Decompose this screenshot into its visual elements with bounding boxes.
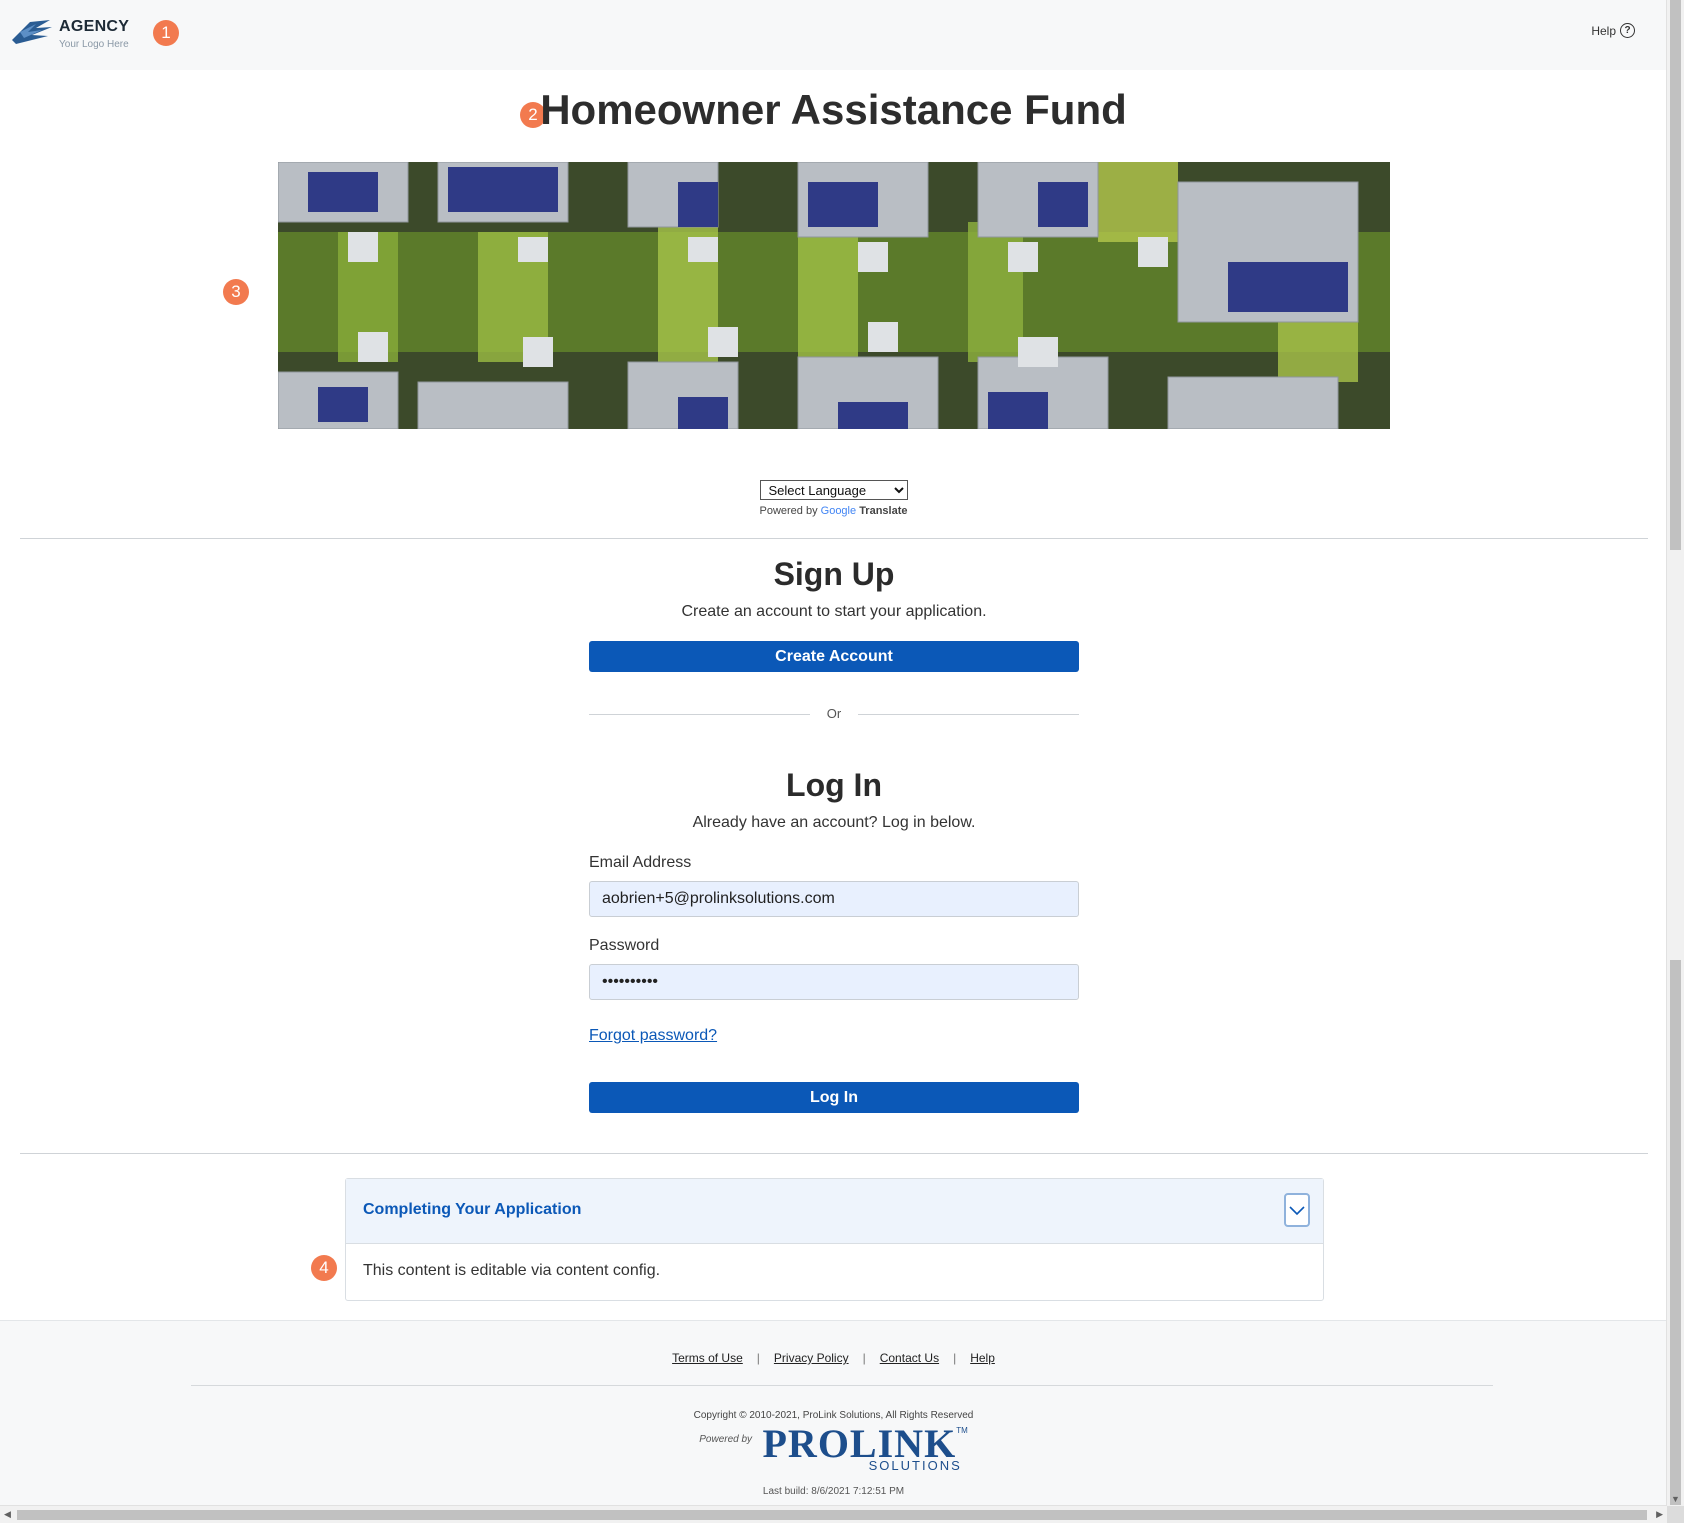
logo-name: AGENCY (59, 18, 130, 35)
language-select[interactable]: Select Language (759, 480, 908, 500)
accordion-toggle-button[interactable] (1284, 1193, 1310, 1227)
forgot-password-link[interactable]: Forgot password? (589, 1027, 717, 1045)
help-link[interactable]: Help ? (1591, 23, 1635, 38)
or-separator: Or (589, 706, 1079, 722)
last-build-text: Last build: 8/6/2021 7:12:51 PM (762, 1486, 905, 1497)
footer-help-link[interactable]: Help (970, 1351, 995, 1365)
completing-application-accordion: Completing Your Application This content… (345, 1178, 1324, 1301)
email-field[interactable] (589, 881, 1079, 917)
footer-divider (191, 1385, 1493, 1386)
google-logo-text: Google (820, 505, 857, 517)
powered-by-prolink: Powered by PROLINKTM SOLUTIONS (0, 1424, 1667, 1474)
signup-section: Sign Up (589, 556, 1079, 593)
footer-separator: | (953, 1351, 957, 1365)
copyright-text: Copyright © 2010-2021, ProLink Solutions… (693, 1410, 974, 1421)
scroll-down-arrow-icon[interactable]: ▼ (1671, 1494, 1680, 1504)
prolink-tm: TM (956, 1426, 968, 1435)
prolink-logo[interactable]: PROLINKTM SOLUTIONS (763, 1424, 968, 1474)
language-selector-area: Select Language Powered by Google Transl… (0, 480, 1667, 517)
help-label: Help (1591, 23, 1616, 38)
accordion-title: Completing Your Application (363, 1201, 582, 1218)
scrollbar-corner (1667, 1506, 1684, 1523)
vertical-scroll-track-region[interactable] (1670, 960, 1681, 1505)
marker-3: 3 (223, 279, 249, 305)
password-field[interactable] (589, 964, 1079, 1000)
marker-1: 1 (153, 20, 179, 46)
accordion-body: This content is editable via content con… (363, 1262, 661, 1279)
google-translate-credit: Powered by Google Translate (0, 505, 1667, 517)
horizontal-scrollbar[interactable]: ◀ ▶ (0, 1505, 1667, 1523)
login-heading: Log In (786, 767, 882, 803)
logo-tagline: Your Logo Here (59, 39, 129, 50)
agency-logo[interactable]: AGENCY Your Logo Here (10, 14, 140, 54)
hero-aerial-neighborhood-image (278, 162, 1390, 429)
footer: Terms of Use | Privacy Policy | Contact Us | H… (0, 1320, 1667, 1509)
footer-links: Terms of Use | Privacy Policy | Contact Us | H… (0, 1351, 1667, 1365)
agency-logo-icon (12, 20, 52, 44)
login-subtext: Already have an account? Log in below. (692, 814, 976, 831)
gt-translate[interactable]: Translate (859, 505, 907, 517)
login-section: Log In (589, 767, 1079, 804)
section-divider-top (20, 538, 1648, 539)
log-in-button[interactable]: Log In (589, 1082, 1079, 1113)
privacy-policy-link[interactable]: Privacy Policy (774, 1351, 849, 1365)
scroll-left-arrow-icon[interactable]: ◀ (4, 1509, 11, 1520)
help-circle-icon: ? (1620, 23, 1635, 38)
vertical-scrollbar[interactable]: ▲ ▼ (1666, 0, 1684, 1506)
footer-separator: | (756, 1351, 760, 1365)
gt-powered-by: Powered by (759, 505, 818, 517)
powered-by-label: Powered by (699, 1434, 753, 1445)
or-line-right (858, 714, 1079, 715)
password-label: Password (589, 937, 660, 954)
accordion-header[interactable]: Completing Your Application (346, 1179, 1323, 1244)
horizontal-scroll-thumb[interactable] (17, 1510, 1647, 1520)
vertical-scroll-thumb[interactable] (1670, 0, 1681, 550)
terms-of-use-link[interactable]: Terms of Use (672, 1351, 743, 1365)
signup-heading: Sign Up (773, 556, 895, 592)
email-label: Email Address (589, 854, 692, 871)
page-title: Homeowner Assistance Fund (540, 86, 1127, 133)
contact-us-link[interactable]: Contact Us (880, 1351, 939, 1365)
marker-4: 4 (311, 1255, 337, 1281)
top-bar: AGENCY Your Logo Here 1 Help ? (0, 0, 1667, 70)
signup-subtext-wrap: Create an account to start your applicat… (589, 603, 1079, 621)
signup-subtext: Create an account to start your applicat… (681, 603, 987, 620)
section-divider-bottom (20, 1153, 1648, 1154)
login-subtext-wrap: Already have an account? Log in below. (589, 814, 1079, 832)
scroll-right-arrow-icon[interactable]: ▶ (1656, 1509, 1663, 1520)
chevron-down-icon (1289, 1206, 1305, 1216)
footer-separator: | (862, 1351, 866, 1365)
create-account-button[interactable]: Create Account (589, 641, 1079, 672)
